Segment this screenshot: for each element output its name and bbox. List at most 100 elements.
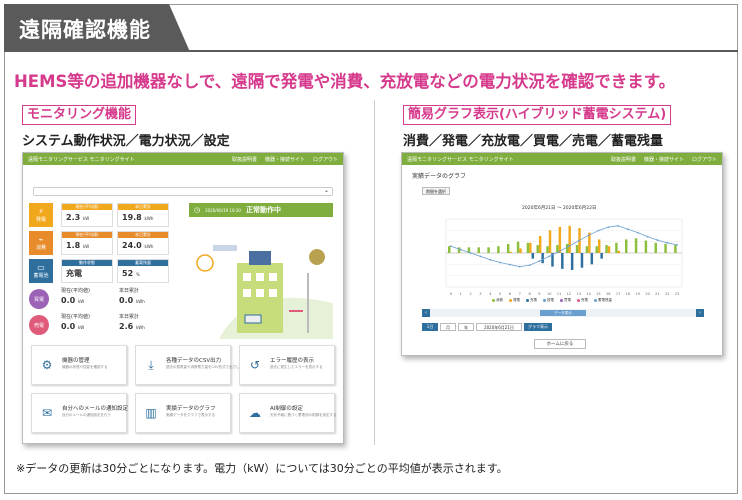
tile-device-management[interactable]: ⚙ 機器の管理 機器の状態や性能を確認する <box>31 345 127 385</box>
sell-row: 売電 現在(平均値) 0.0 kW 本日累計 2.6 kWh <box>29 313 183 337</box>
bar-消費 <box>595 246 598 253</box>
x-tick-label: 13 <box>577 292 581 296</box>
x-tick-label: 12 <box>567 292 571 296</box>
bar-消費 <box>615 242 618 253</box>
legend-label: 蓄電残量 <box>598 298 612 302</box>
chart-scroller[interactable]: ‹ データ表示 › <box>422 309 704 317</box>
point-soc <box>538 260 541 263</box>
sell-icon: 売電 <box>29 315 49 335</box>
bar-充電 <box>590 253 594 265</box>
page-title: 遠隔確認機能 <box>19 18 151 42</box>
bar-消費 <box>664 243 667 253</box>
point-soc <box>656 239 659 241</box>
battery-state: 動作状態 充電 <box>61 259 113 283</box>
x-tick-label: 17 <box>616 292 620 296</box>
graph-nav-site[interactable]: 機器・接続サイト <box>644 156 684 163</box>
point-soc <box>509 263 511 266</box>
monitor-nav-logout[interactable]: ログアウト <box>313 156 338 163</box>
tile-ai-control[interactable]: ☁ AI制御の設定 天気予報に基づく蓄電池の制御を設定する <box>239 393 337 433</box>
bar-消費 <box>644 240 648 253</box>
bar-消費 <box>585 246 589 253</box>
x-tick-label: 21 <box>655 292 659 296</box>
date-input[interactable]: 2020年6月21日 <box>476 323 522 331</box>
status-text: 正常動作中 <box>245 206 281 214</box>
monitor-header-bar: 遠隔モニタリングサービス モニタリングサイト 取扱説明書 機器・接続サイト ログ… <box>23 153 343 165</box>
monitoring-label: モニタリング機能 <box>22 105 137 125</box>
legend-item: 充電 <box>526 298 537 303</box>
scroll-left-icon[interactable]: ‹ <box>422 309 430 317</box>
point-soc <box>607 226 610 229</box>
x-tick-label: 15 <box>596 292 600 296</box>
tile-csv-export[interactable]: ⤓ 各種データのCSV出力 過去の発電量や消費電力量をCSV形式で出力します <box>135 345 247 385</box>
monitoring-subtitle: システム動作状況／電力状況／設定 <box>22 134 230 149</box>
point-soc <box>450 245 452 248</box>
point-soc <box>627 228 629 231</box>
bar-発電 <box>529 242 532 253</box>
sell-now: 0.0 kW <box>61 322 85 331</box>
x-tick-label: 11 <box>557 292 561 296</box>
battery-level: 蓄電残量 52 % <box>117 259 169 283</box>
house-illustration <box>196 245 333 339</box>
period-button[interactable]: 期間を選択 <box>422 187 450 195</box>
legend-label: 放電 <box>547 298 554 302</box>
range-tabs: 1日 月 年 2020年6月21日 グラフ表示 <box>422 323 552 331</box>
system-select[interactable]: ⌄ <box>33 187 333 196</box>
monitor-nav-manual[interactable]: 取扱説明書 <box>232 156 257 163</box>
tile-mail-settings[interactable]: ✉ 自分へのメールの通知設定 自分のメールの通知設定を行う <box>31 393 128 433</box>
point-soc <box>636 231 639 234</box>
legend-swatch <box>509 299 512 302</box>
legend-item: 買電 <box>560 298 571 303</box>
graph-screenshot: 遠隔モニタリングサービス モニタリングサイト 取扱説明書 機器・接続サイト ログ… <box>401 152 723 356</box>
bar-消費 <box>457 247 461 253</box>
show-graph-button[interactable]: グラフ表示 <box>524 323 552 331</box>
chart-plot: 0 1 2 3 4 5 6 7 8 9 10 11 12 13 14 15 16 17 18 19 20 21 22 23 <box>445 218 683 296</box>
headline: HEMS等の追加機器なしで、遠隔で発電や消費、充放電などの電力状況を確認できます… <box>14 72 676 91</box>
tab-day[interactable]: 1日 <box>422 323 438 331</box>
sell-now-head: 現在(平均値) <box>61 314 90 320</box>
bar-発電 <box>509 251 512 253</box>
consume-row: ⌁ 消費 現在(平均値) 1.8 kW 本日累計 24.0 kWh <box>29 231 183 255</box>
bar-充電 <box>600 253 603 259</box>
monitor-nav-site[interactable]: 機器・接続サイト <box>265 156 305 163</box>
point-soc <box>666 241 669 244</box>
legend-swatch <box>526 299 529 302</box>
bar-充電 <box>580 253 584 268</box>
x-tick-label: 2 <box>469 292 471 296</box>
title-tab: 遠隔確認機能 <box>4 4 190 52</box>
tab-month[interactable]: 月 <box>440 323 456 331</box>
legend-item: 蓄電残量 <box>594 298 612 303</box>
tile-graph[interactable]: ▥ 実績データのグラフ 実績データをグラフで表示する <box>135 393 231 433</box>
scroll-right-icon[interactable]: › <box>696 309 704 317</box>
history-icon: ↺ <box>249 358 261 372</box>
bar-発電 <box>597 239 601 253</box>
tab-year[interactable]: 年 <box>458 323 474 331</box>
scroll-thumb[interactable]: データ表示 <box>540 310 586 316</box>
legend-swatch <box>543 299 546 302</box>
graph-nav-manual[interactable]: 取扱説明書 <box>611 156 636 163</box>
buy-icon: 買電 <box>29 289 49 309</box>
gen-total: 本日累計 19.8 kWh <box>117 203 169 227</box>
graph-label: 簡易グラフ表示(ハイブリッド蓄電システム) <box>403 105 672 125</box>
buy-now-head: 現在(平均値) <box>61 288 90 294</box>
monitor-app-title: 遠隔モニタリングサービス <box>28 156 89 163</box>
weather-icon: ☁ <box>249 406 261 420</box>
gen-now: 現在(平均値) 2.3 kW <box>61 203 113 227</box>
tile-error-history[interactable]: ↺ エラー履歴の表示 過去に発生したエラーを表示する <box>239 345 335 385</box>
consume-now: 現在(平均値) 1.8 kW <box>61 231 113 255</box>
bar-消費 <box>634 238 638 253</box>
monitoring-screenshot: 遠隔モニタリングサービス モニタリングサイト 取扱説明書 機器・接続サイト ログ… <box>22 152 344 444</box>
bar-消費 <box>448 246 451 253</box>
legend-item: 発電 <box>509 298 520 303</box>
title-underline <box>4 50 738 52</box>
bar-消費 <box>487 247 490 253</box>
back-home-button[interactable]: ホームに戻る <box>534 339 586 349</box>
bar-消費 <box>507 243 510 253</box>
x-tick-label: 23 <box>675 292 679 296</box>
point-soc <box>568 245 570 248</box>
point-soc <box>518 265 521 268</box>
mail-icon: ✉ <box>41 406 53 420</box>
legend-swatch <box>594 299 597 302</box>
point-soc <box>459 248 462 251</box>
graph-nav-logout[interactable]: ログアウト <box>692 156 717 163</box>
plug-icon: ⌁ 消費 <box>29 231 53 255</box>
